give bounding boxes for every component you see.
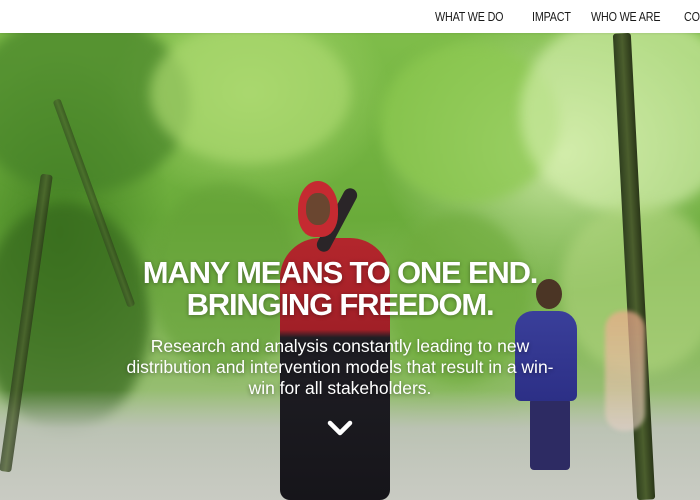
nav-item-contact[interactable]: CONTACT	[684, 10, 700, 24]
foliage-shape	[520, 33, 700, 213]
hero-subtext: Research and analysis constantly leading…	[126, 336, 554, 398]
hero-headline-line1: MANY MEANS TO ONE END.	[142, 255, 539, 290]
background-person	[605, 311, 645, 431]
boy-legs	[530, 398, 570, 470]
chevron-down-icon[interactable]	[327, 418, 353, 438]
hero-headline-line2: BRINGING FREEDOM.	[186, 287, 495, 322]
page: WHAT WE DO IMPACT WHO WE ARE CONTACT MAN…	[0, 0, 700, 500]
nav-menu: WHAT WE DO IMPACT WHO WE ARE CONTACT	[435, 0, 700, 33]
nav-item-impact[interactable]: IMPACT	[532, 10, 571, 24]
nav-item-who-we-are[interactable]: WHO WE ARE	[591, 10, 661, 24]
nav-item-what-we-do[interactable]: WHAT WE DO	[435, 10, 504, 24]
top-navbar: WHAT WE DO IMPACT WHO WE ARE CONTACT	[0, 0, 700, 33]
foliage-shape	[150, 33, 350, 163]
woman-face	[306, 193, 330, 225]
